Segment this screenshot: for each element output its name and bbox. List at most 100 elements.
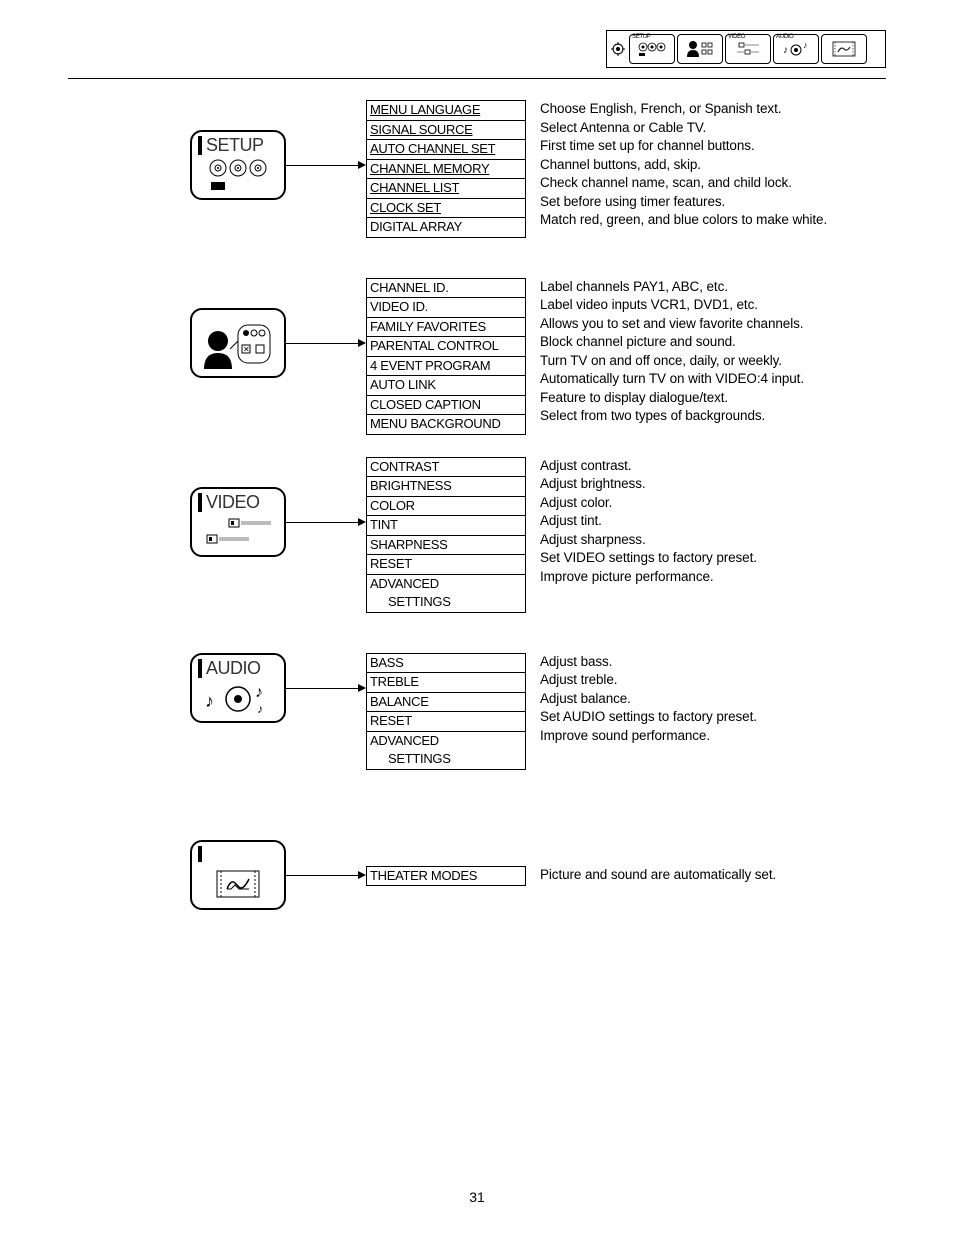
nav-dot-icon [611, 42, 625, 56]
menu-item: SHARPNESS [367, 536, 525, 556]
setup-menu: MENU LANGUAGE SIGNAL SOURCE AUTO CHANNEL… [366, 100, 526, 238]
theater-menu: THEATER MODES [366, 866, 526, 887]
setup-desc: Choose English, French, or Spanish text.… [540, 100, 827, 230]
menu-item: CONTRAST [367, 458, 525, 478]
svg-text:♪: ♪ [255, 684, 263, 701]
audio-menu: BASS TREBLE BALANCE RESET ADVANCEDSETTIN… [366, 653, 526, 770]
svg-text:♪: ♪ [783, 45, 788, 56]
section-video: VIDEO CONTRAST BRIGHTNESS COLOR TINT SHA… [190, 457, 890, 613]
menu-item: CLOSED CAPTION [367, 396, 525, 416]
menu-item: SIGNAL SOURCE [367, 121, 525, 141]
menu-item: AUTO CHANNEL SET [367, 140, 525, 160]
user-desc: Label channels PAY1, ABC, etc. Label vid… [540, 278, 804, 426]
audio-graphic-icon: ♪ ♪ ♪ [198, 679, 278, 719]
menu-item: DIGITAL ARRAY [367, 218, 525, 237]
desc-text: Allows you to set and view favorite chan… [540, 315, 804, 334]
desc-text: Feature to display dialogue/text. [540, 389, 804, 408]
arrow-icon [286, 522, 366, 523]
section-theater: THEATER MODES Picture and sound are auto… [190, 840, 890, 910]
desc-text: Automatically turn TV on with VIDEO:4 in… [540, 370, 804, 389]
setup-title: SETUP [198, 135, 278, 156]
header-setup-label: SETUP [632, 34, 651, 40]
menu-item: CHANNEL LIST [367, 179, 525, 199]
menu-item: VIDEO ID. [367, 298, 525, 318]
desc-text: Set AUDIO settings to factory preset. [540, 708, 757, 727]
video-icon-box: VIDEO [190, 487, 286, 557]
header-audio-label: AUDIO [776, 34, 794, 40]
arrow-icon [286, 165, 366, 166]
desc-text: Adjust bass. [540, 653, 757, 672]
header-theater-icon [821, 34, 867, 64]
desc-text: Match red, green, and blue colors to mak… [540, 211, 827, 230]
menu-item: MENU LANGUAGE [367, 101, 525, 121]
header-audio-icon: AUDIO ♪♪ [773, 34, 819, 64]
theater-graphic-icon [198, 863, 278, 905]
header-video-icon: VIDEO [725, 34, 771, 64]
menu-item: 4 EVENT PROGRAM [367, 357, 525, 377]
desc-text: Improve picture performance. [540, 568, 757, 587]
menu-item: BALANCE [367, 693, 525, 713]
desc-text: Turn TV on and off once, daily, or weekl… [540, 352, 804, 371]
header-video-label: VIDEO [728, 34, 745, 40]
menu-item: CHANNEL MEMORY [367, 160, 525, 180]
menu-item: FAMILY FAVORITES [367, 318, 525, 338]
setup-graphic-icon [198, 156, 278, 195]
desc-text: Select Antenna or Cable TV. [540, 119, 827, 138]
desc-text: Check channel name, scan, and child lock… [540, 174, 827, 193]
user-icon-box: ✕ [190, 308, 286, 378]
menu-item: COLOR [367, 497, 525, 517]
svg-text:♪: ♪ [205, 691, 214, 711]
video-desc: Adjust contrast. Adjust brightness. Adju… [540, 457, 757, 587]
section-setup: SETUP MENU LANGUAGE SIGNAL SOURCE AUTO C… [190, 100, 890, 238]
desc-text: First time set up for channel buttons. [540, 137, 827, 156]
desc-text: Set before using timer features. [540, 193, 827, 212]
menu-item: PARENTAL CONTROL [367, 337, 525, 357]
arrow-icon [286, 875, 366, 876]
menu-item: THEATER MODES [367, 867, 525, 886]
desc-text: Adjust color. [540, 494, 757, 513]
menu-item: CHANNEL ID. [367, 279, 525, 299]
menu-item: BRIGHTNESS [367, 477, 525, 497]
desc-text: Adjust contrast. [540, 457, 757, 476]
menu-item: BASS [367, 654, 525, 674]
desc-text: Adjust sharpness. [540, 531, 757, 550]
video-graphic-icon [198, 513, 278, 552]
desc-text: Label video inputs VCR1, DVD1, etc. [540, 296, 804, 315]
desc-text: Picture and sound are automatically set. [540, 866, 776, 885]
desc-text: Adjust balance. [540, 690, 757, 709]
menu-item: RESET [367, 555, 525, 575]
video-title: VIDEO [198, 492, 278, 513]
desc-text: Adjust tint. [540, 512, 757, 531]
video-menu: CONTRAST BRIGHTNESS COLOR TINT SHARPNESS… [366, 457, 526, 613]
section-audio: AUDIO ♪ ♪ ♪ BASS TREBLE BALANCE RESET AD… [190, 653, 890, 770]
desc-text: Improve sound performance. [540, 727, 757, 746]
desc-text: Adjust treble. [540, 671, 757, 690]
user-graphic-icon: ✕ [198, 313, 278, 373]
desc-text: Block channel picture and sound. [540, 333, 804, 352]
setup-icon-box: SETUP [190, 130, 286, 200]
audio-icon-box: AUDIO ♪ ♪ ♪ [190, 653, 286, 723]
content-area: SETUP MENU LANGUAGE SIGNAL SOURCE AUTO C… [190, 100, 890, 950]
audio-desc: Adjust bass. Adjust treble. Adjust balan… [540, 653, 757, 746]
header-rule [68, 78, 886, 79]
desc-text: Choose English, French, or Spanish text. [540, 100, 827, 119]
desc-text: Label channels PAY1, ABC, etc. [540, 278, 804, 297]
theater-desc: Picture and sound are automatically set. [540, 866, 776, 885]
svg-text:✕: ✕ [243, 345, 250, 354]
menu-item: TINT [367, 516, 525, 536]
header-user-icon [677, 34, 723, 64]
menu-item: TREBLE [367, 673, 525, 693]
section-user: ✕ CHANNEL ID. VIDEO ID. FAMILY FAVORITES… [190, 278, 890, 435]
theater-title [198, 845, 278, 863]
arrow-icon [286, 688, 366, 689]
menu-item: ADVANCEDSETTINGS [367, 575, 525, 612]
menu-item: ADVANCEDSETTINGS [367, 732, 525, 769]
menu-item: AUTO LINK [367, 376, 525, 396]
menu-item: MENU BACKGROUND [367, 415, 525, 434]
desc-text: Set VIDEO settings to factory preset. [540, 549, 757, 568]
desc-text: Select from two types of backgrounds. [540, 407, 804, 426]
menu-item: CLOCK SET [367, 199, 525, 219]
header-icon-strip: SETUP VIDEO AUDIO ♪♪ [606, 30, 886, 68]
menu-item: RESET [367, 712, 525, 732]
theater-icon-box [190, 840, 286, 910]
